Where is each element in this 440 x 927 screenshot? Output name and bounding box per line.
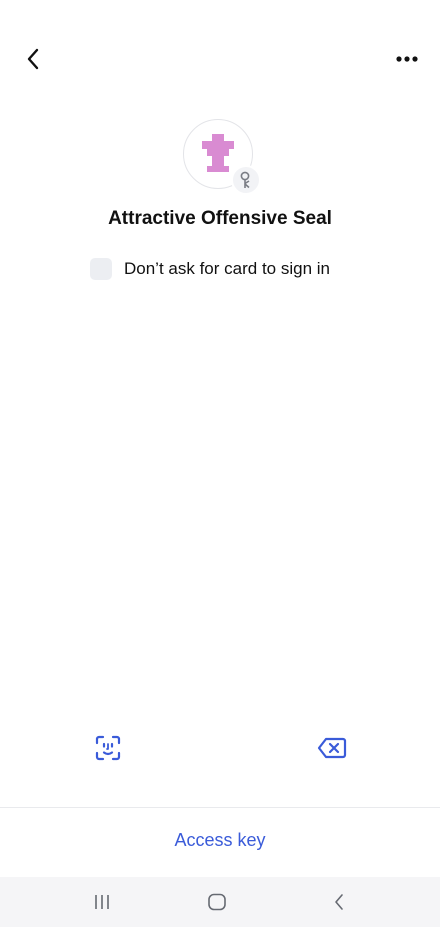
key-icon — [240, 171, 250, 189]
sign-in-screen: Attractive Offensive Seal Don’t ask for … — [0, 0, 440, 927]
access-key-button[interactable]: Access key — [0, 830, 440, 851]
recents-button[interactable] — [89, 889, 115, 915]
back-icon — [335, 894, 343, 910]
dont-ask-card-option[interactable]: Don’t ask for card to sign in — [90, 257, 330, 281]
system-nav-bar — [0, 877, 440, 927]
top-bar — [0, 0, 440, 115]
key-badge — [231, 165, 261, 195]
dont-ask-card-label: Don’t ask for card to sign in — [124, 259, 330, 278]
home-icon — [208, 893, 226, 911]
face-id-button[interactable] — [94, 734, 122, 762]
system-back-button[interactable] — [326, 889, 352, 915]
home-button[interactable] — [204, 889, 230, 915]
back-button[interactable] — [18, 44, 48, 74]
profile-name: Attractive Offensive Seal — [108, 208, 332, 229]
recents-icon — [95, 895, 109, 909]
identicon-avatar — [202, 134, 234, 172]
backspace-icon — [317, 737, 347, 759]
backspace-button[interactable] — [316, 734, 348, 762]
more-options-button[interactable] — [392, 44, 422, 74]
more-horizontal-icon — [396, 56, 418, 62]
profile-avatar — [183, 119, 261, 195]
face-id-icon — [95, 735, 121, 761]
divider — [0, 807, 440, 808]
dont-ask-card-checkbox[interactable] — [90, 258, 112, 280]
chevron-left-icon — [27, 48, 39, 70]
